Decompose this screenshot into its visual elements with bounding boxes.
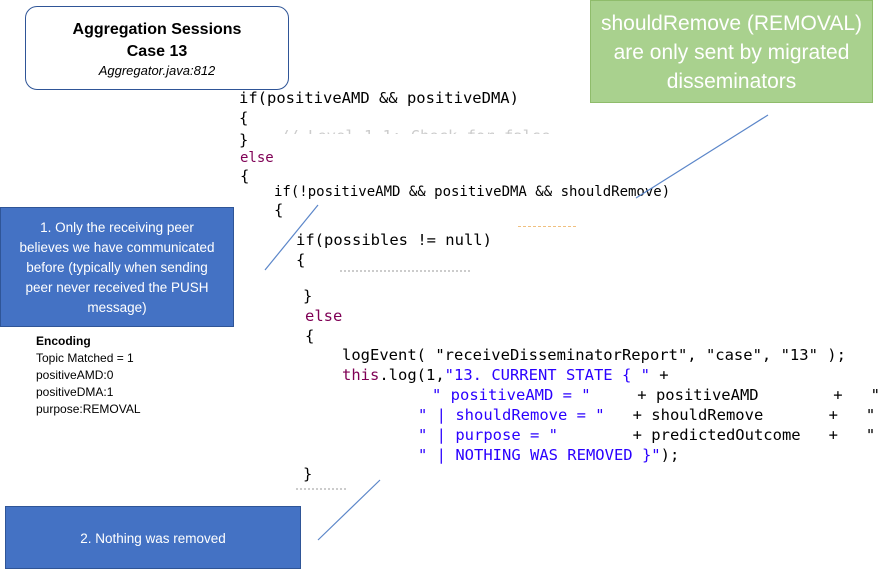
encoding-heading: Encoding: [36, 334, 91, 348]
encoding-block: Encoding Topic Matched = 1 positiveAMD:0…: [36, 333, 141, 418]
note-receiving-peer: 1. Only the receiving peer believes we h…: [0, 207, 234, 327]
encoding-topic: Topic Matched = 1: [36, 351, 134, 365]
connector-note2: [317, 479, 381, 541]
note1-line2: believes we have communicated: [19, 240, 215, 255]
note1-line5: message): [87, 300, 147, 315]
note1-line1: 1. Only the receiving peer: [40, 220, 194, 235]
connector-note1: [264, 204, 319, 271]
note1-line3: before (typically when sending: [26, 260, 208, 275]
encoding-purpose: purpose:REMOVAL: [36, 402, 141, 416]
note1-line4: peer never received the PUSH: [25, 280, 209, 295]
encoding-amd: positiveAMD:0: [36, 368, 114, 382]
note-nothing-removed: 2. Nothing was removed: [5, 506, 301, 569]
connector-green-note: [635, 114, 769, 199]
encoding-dma: positiveDMA:1: [36, 385, 114, 399]
